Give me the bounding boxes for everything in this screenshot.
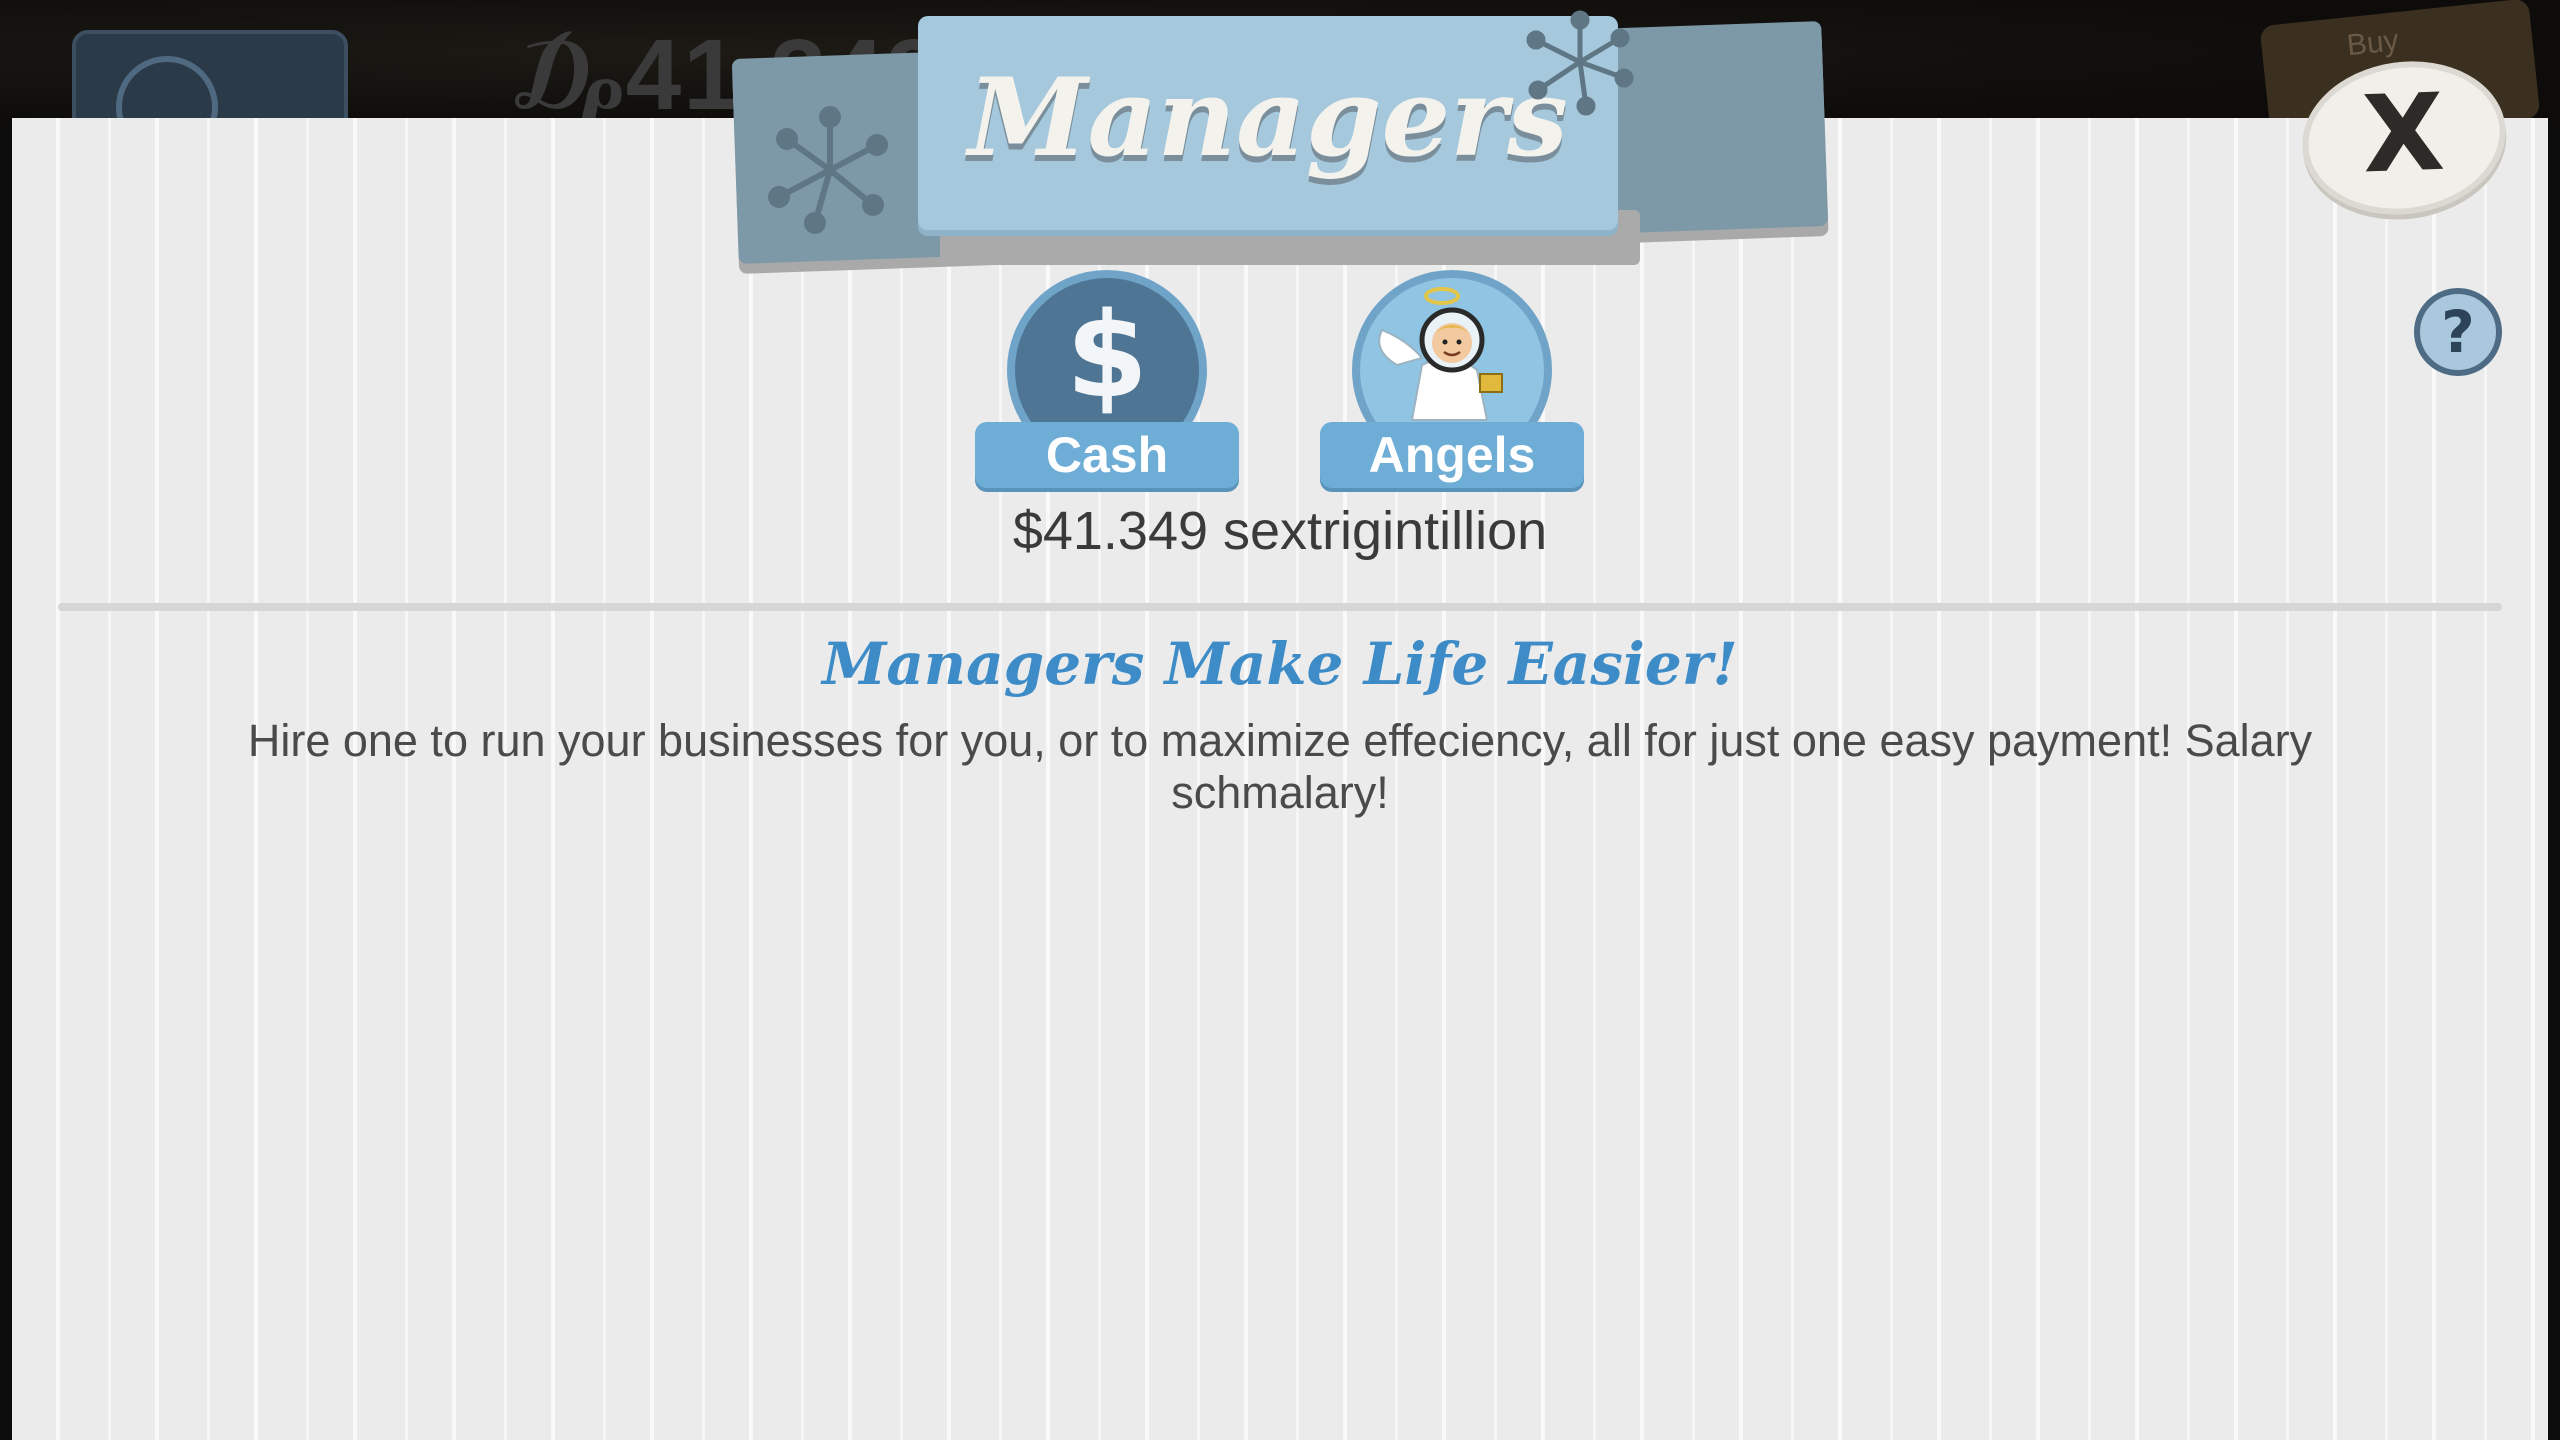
info-description: Hire one to run your businesses for you,… bbox=[247, 715, 2313, 818]
angel-icon bbox=[1378, 287, 1503, 421]
page-title: Managers bbox=[968, 55, 1568, 181]
game-screen: ₯41,349 Buy Managers X ? $ Cash Angels $… bbox=[0, 0, 2560, 1440]
dollar-icon: $ bbox=[1065, 286, 1149, 424]
tab-angels[interactable]: Angels bbox=[1320, 270, 1584, 490]
background-buy-label: Buy bbox=[2345, 24, 2401, 63]
tab-cash-label: Cash bbox=[1045, 427, 1169, 483]
cash-balance: $41.349 sextrigintillion bbox=[1012, 501, 1548, 561]
starburst-left-icon bbox=[768, 106, 888, 234]
help-button[interactable]: ? bbox=[2414, 288, 2502, 376]
info-headline: Managers Make Life Easier! bbox=[822, 630, 1738, 698]
tab-angels-label: Angels bbox=[1368, 427, 1536, 483]
help-icon: ? bbox=[2441, 298, 2475, 366]
starburst-right-icon bbox=[1526, 10, 1634, 116]
close-icon: X bbox=[2360, 70, 2447, 197]
divider bbox=[58, 603, 2502, 611]
tab-cash[interactable]: $ Cash bbox=[975, 270, 1239, 490]
